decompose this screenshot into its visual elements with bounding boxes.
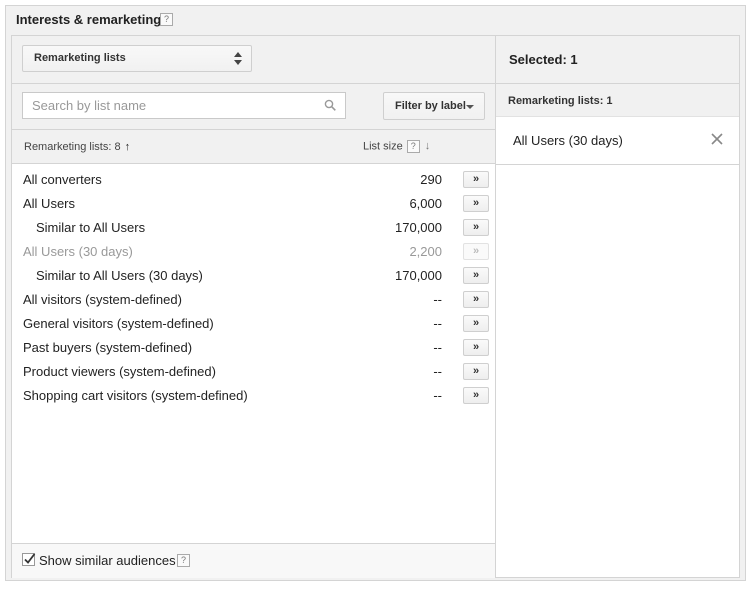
add-list-button[interactable]: »: [463, 219, 489, 236]
list-row: General visitors (system-defined) -- »: [12, 312, 495, 336]
add-list-button[interactable]: »: [463, 339, 489, 356]
list-size: --: [433, 292, 442, 307]
column-header-size-label: List size: [363, 140, 403, 153]
add-list-button[interactable]: »: [463, 195, 489, 212]
search-input[interactable]: Search by list name: [22, 92, 346, 119]
list-size: 170,000: [395, 220, 442, 235]
show-similar-audiences-checkbox[interactable]: [22, 553, 36, 566]
checkmark-icon: [24, 553, 36, 564]
list-name: Product viewers (system-defined): [23, 364, 216, 379]
add-list-button: »: [463, 243, 489, 260]
list-row: Past buyers (system-defined) -- »: [12, 336, 495, 360]
help-icon[interactable]: ?: [177, 554, 190, 567]
add-list-button[interactable]: »: [463, 363, 489, 380]
list-row: Similar to All Users 170,000 »: [12, 216, 495, 240]
list-size: 6,000: [409, 196, 442, 211]
list-row: All converters 290 »: [12, 168, 495, 192]
selected-count: Selected: 1: [509, 52, 578, 67]
up-down-arrows-icon: [234, 52, 242, 65]
search-bar: Search by list name Filter by label: [12, 84, 495, 130]
close-icon[interactable]: [710, 132, 724, 146]
list-row: Product viewers (system-defined) -- »: [12, 360, 495, 384]
selected-group-header: Remarketing lists: 1: [496, 84, 739, 116]
add-list-button[interactable]: »: [463, 387, 489, 404]
list-footer: Show similar audiences ?: [12, 543, 495, 578]
remarketing-list-picker: Remarketing lists Search by list name Fi…: [11, 35, 496, 578]
search-placeholder: Search by list name: [32, 98, 147, 113]
list-size: --: [433, 388, 442, 403]
filter-by-label-button[interactable]: Filter by label: [383, 92, 485, 120]
sort-ascending-icon: ↑: [124, 141, 131, 153]
remarketing-list-rows: All converters 290» All Users 6,000» Similar…: [12, 168, 495, 408]
list-size: 290: [420, 172, 442, 187]
list-name: Shopping cart visitors (system-defined): [23, 388, 248, 403]
list-name: Similar to All Users (30 days): [36, 268, 203, 283]
list-name: Past buyers (system-defined): [23, 340, 193, 355]
list-size: --: [433, 340, 442, 355]
add-list-button[interactable]: »: [463, 171, 489, 188]
selected-group-label: Remarketing lists: 1: [508, 95, 613, 107]
list-size: 170,000: [395, 268, 442, 283]
help-icon[interactable]: ?: [160, 13, 173, 26]
caret-down-icon: [466, 105, 474, 109]
list-type-dropdown[interactable]: Remarketing lists: [22, 45, 252, 72]
list-size: --: [433, 364, 442, 379]
filter-by-label-text: Filter by label: [395, 100, 466, 112]
list-name: All Users: [23, 196, 76, 211]
list-row: All visitors (system-defined) -- »: [12, 288, 495, 312]
list-row: Shopping cart visitors (system-defined) -…: [12, 384, 495, 408]
list-name: Similar to All Users: [36, 220, 146, 235]
list-row: All Users 6,000 »: [12, 192, 495, 216]
column-header-name[interactable]: Remarketing lists: 8 ↑: [24, 141, 130, 153]
list-table-header: Remarketing lists: 8 ↑ List size? ↓: [12, 130, 495, 164]
list-name: All Users (30 days): [23, 244, 133, 259]
list-name: All converters: [23, 172, 102, 187]
selected-header: Selected: 1: [496, 36, 739, 84]
list-name: All visitors (system-defined): [23, 292, 182, 307]
list-size: 2,200: [409, 244, 442, 259]
add-list-button[interactable]: »: [463, 291, 489, 308]
list-name: General visitors (system-defined): [23, 316, 214, 331]
list-row: All Users (30 days) 2,200 »: [12, 240, 495, 264]
add-list-button[interactable]: »: [463, 267, 489, 284]
selected-item: All Users (30 days): [496, 116, 739, 165]
search-icon: [324, 99, 336, 111]
list-type-bar: Remarketing lists: [12, 36, 495, 84]
sort-descending-icon: ↓: [424, 140, 431, 153]
column-header-name-label: Remarketing lists: 8: [24, 141, 121, 153]
section-title: Interests & remarketing: [16, 12, 162, 27]
show-similar-audiences-label[interactable]: Show similar audiences: [39, 553, 176, 568]
selected-item-label: All Users (30 days): [513, 133, 623, 148]
list-type-dropdown-label: Remarketing lists: [34, 52, 126, 64]
list-row: Similar to All Users (30 days) 170,000 »: [12, 264, 495, 288]
add-list-button[interactable]: »: [463, 315, 489, 332]
selected-lists-panel: Selected: 1 Remarketing lists: 1 All Use…: [495, 35, 740, 578]
list-size: --: [433, 316, 442, 331]
column-header-list-size[interactable]: List size? ↓: [363, 140, 430, 153]
help-icon[interactable]: ?: [406, 140, 420, 153]
